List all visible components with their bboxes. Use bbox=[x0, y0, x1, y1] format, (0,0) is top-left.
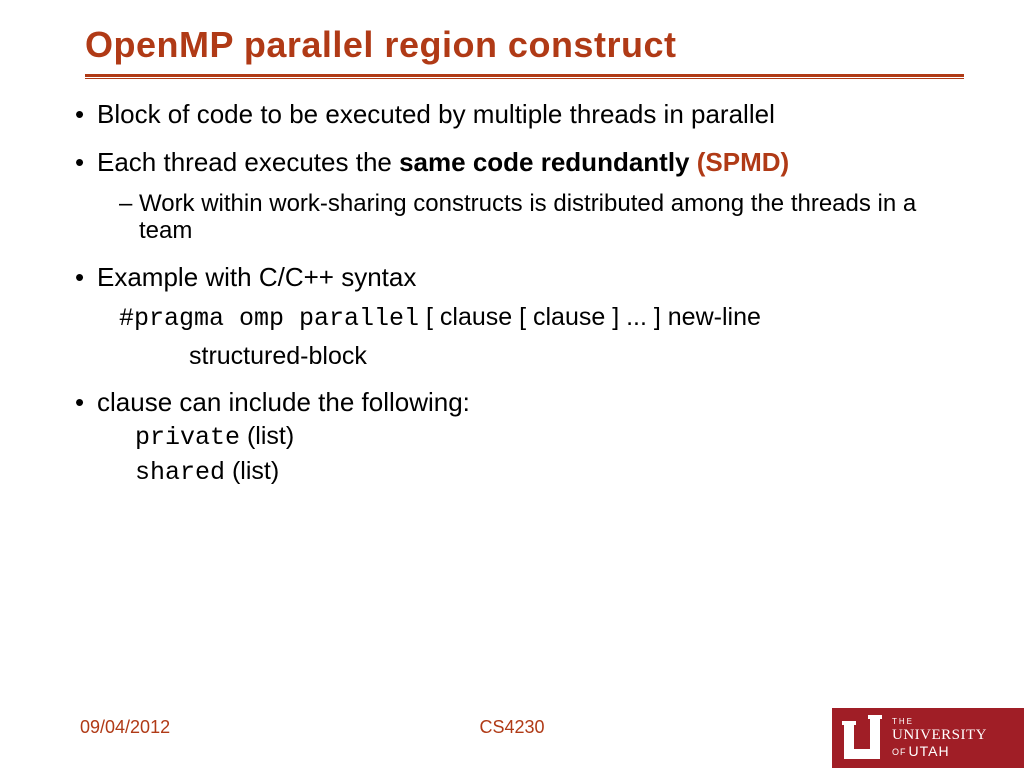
clause-shared-kw: shared bbox=[135, 458, 225, 487]
logo-of: OF bbox=[892, 747, 907, 757]
logo-u-icon bbox=[842, 715, 882, 761]
bullet-1: Block of code to be executed by multiple… bbox=[75, 100, 964, 130]
syntax-line-2: structured-block bbox=[97, 342, 964, 371]
title-underline bbox=[85, 78, 964, 79]
bullet-2-accent: (SPMD) bbox=[690, 147, 790, 177]
logo-utah: UTAH bbox=[909, 743, 950, 759]
clause-private-kw: private bbox=[135, 423, 240, 452]
bullet-2-bold: same code redundantly bbox=[399, 147, 689, 177]
logo-the: THE bbox=[892, 718, 987, 726]
logo-text: THE UNIVERSITY OFUTAH bbox=[892, 718, 987, 758]
clause-private: private (list) bbox=[97, 422, 964, 453]
bullet-2-pre: Each thread executes the bbox=[97, 147, 399, 177]
logo-university: UNIVERSITY bbox=[892, 728, 987, 743]
bullet-3-text: Example with C/C++ syntax bbox=[97, 262, 416, 292]
clause-shared-list: (list) bbox=[225, 457, 279, 485]
clause-shared: shared (list) bbox=[97, 457, 964, 488]
slide-title: OpenMP parallel region construct bbox=[85, 24, 964, 77]
pragma-code: #pragma omp parallel bbox=[119, 304, 419, 333]
slide: OpenMP parallel region construct Block o… bbox=[0, 0, 1024, 768]
syntax-line-1: #pragma omp parallel [ clause [ clause ]… bbox=[97, 303, 964, 334]
logo-of-utah: OFUTAH bbox=[892, 744, 987, 758]
bullet-4: clause can include the following: privat… bbox=[75, 388, 964, 487]
bullet-2: Each thread executes the same code redun… bbox=[75, 148, 964, 245]
clause-private-list: (list) bbox=[240, 422, 294, 450]
title-area: OpenMP parallel region construct bbox=[85, 24, 964, 79]
bullet-1-text: Block of code to be executed by multiple… bbox=[97, 99, 775, 129]
pragma-tail: [ clause [ clause ] ... ] new-line bbox=[419, 303, 761, 331]
bullet-4-text: clause can include the following: bbox=[97, 387, 470, 417]
slide-content: Block of code to be executed by multiple… bbox=[75, 100, 964, 506]
university-logo: THE UNIVERSITY OFUTAH bbox=[832, 708, 1024, 768]
bullet-2-sub: Work within work-sharing constructs is d… bbox=[97, 190, 964, 245]
bullet-3: Example with C/C++ syntax #pragma omp pa… bbox=[75, 263, 964, 370]
